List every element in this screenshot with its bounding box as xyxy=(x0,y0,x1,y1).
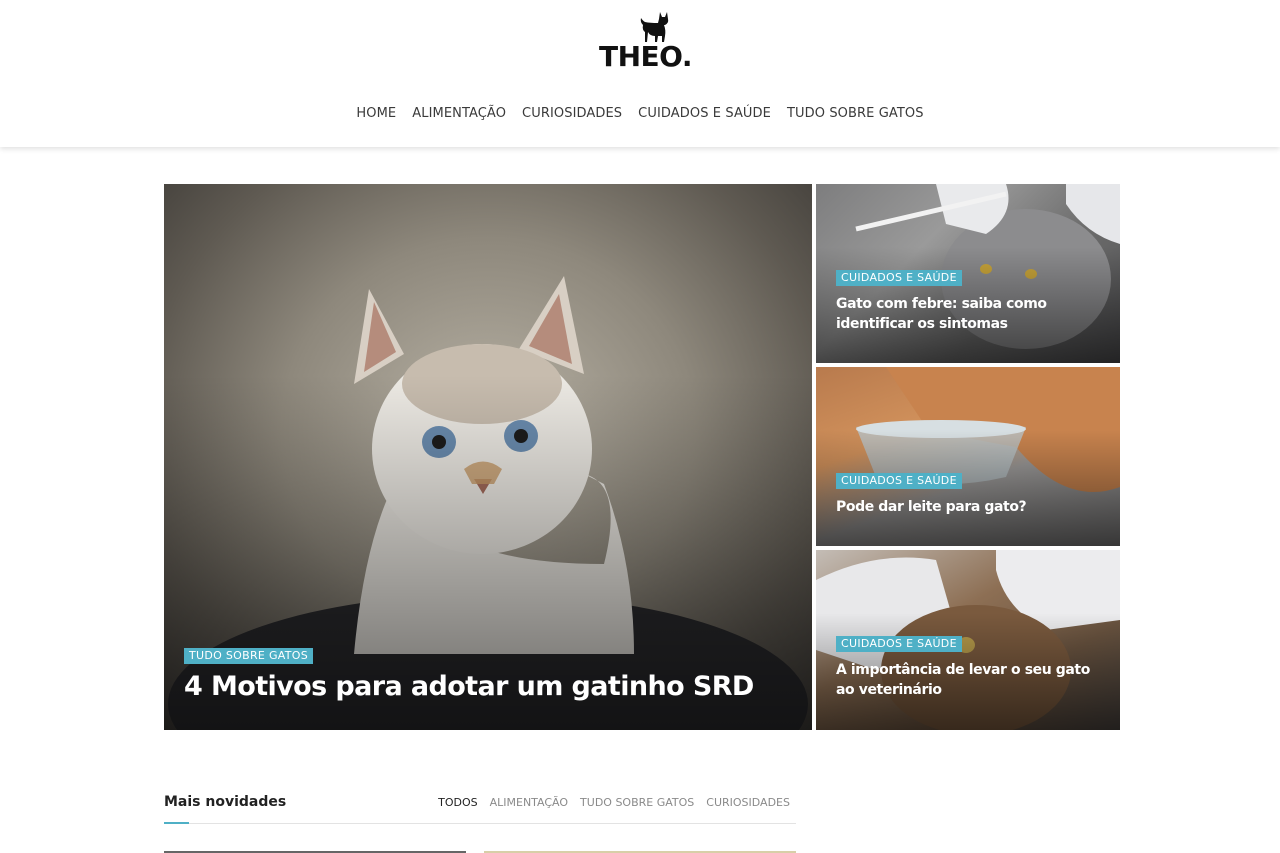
cat-drinking-image xyxy=(856,367,1120,492)
nav-item-cuidados-e-saude[interactable]: CUIDADOS E SAÚDE xyxy=(638,103,771,125)
section-title-underline xyxy=(164,822,189,824)
category-badge[interactable]: CUIDADOS E SAÚDE xyxy=(836,473,962,489)
nav-item-curiosidades[interactable]: CURIOSIDADES xyxy=(522,103,622,125)
main-nav: HOME ALIMENTAÇÃO CURIOSIDADES CUIDADOS E… xyxy=(0,103,1280,125)
featured-side-caption-3: CUIDADOS E SAÚDE A importância de levar … xyxy=(836,634,1102,700)
nav-item-tudo-sobre-gatos[interactable]: TUDO SOBRE GATOS xyxy=(787,103,924,125)
nav-item-alimentacao[interactable]: ALIMENTAÇÃO xyxy=(412,103,506,125)
site-logo[interactable]: THEO. xyxy=(590,10,692,73)
latest-posts-header: Mais novidades TODOS ALIMENTAÇÃO TUDO SO… xyxy=(164,792,796,824)
featured-side-title-2[interactable]: Pode dar leite para gato? xyxy=(836,497,1102,517)
tab-alimentacao[interactable]: ALIMENTAÇÃO xyxy=(490,796,568,809)
featured-grid: TUDO SOBRE GATOS 4 Motivos para adotar u… xyxy=(164,184,1120,730)
featured-main-title[interactable]: 4 Motivos para adotar um gatinho SRD xyxy=(184,670,794,704)
featured-side-caption-2: CUIDADOS E SAÚDE Pode dar leite para gat… xyxy=(836,471,1102,517)
featured-side-caption-1: CUIDADOS E SAÚDE Gato com febre: saiba c… xyxy=(836,268,1102,334)
featured-side-title-3[interactable]: A importância de levar o seu gato ao vet… xyxy=(836,660,1102,700)
featured-side-title-1[interactable]: Gato com febre: saiba como identificar o… xyxy=(836,294,1102,334)
featured-main-caption: TUDO SOBRE GATOS 4 Motivos para adotar u… xyxy=(184,646,794,704)
tab-todos[interactable]: TODOS xyxy=(438,796,478,809)
tab-tudo-sobre-gatos[interactable]: TUDO SOBRE GATOS xyxy=(580,796,694,809)
section-title: Mais novidades xyxy=(164,794,287,810)
featured-side-card-3[interactable]: CUIDADOS E SAÚDE A importância de levar … xyxy=(816,550,1120,730)
cat-silhouette-icon xyxy=(640,12,669,42)
featured-side-card-1[interactable]: CUIDADOS E SAÚDE Gato com febre: saiba c… xyxy=(816,184,1120,363)
featured-side-card-2[interactable]: CUIDADOS E SAÚDE Pode dar leite para gat… xyxy=(816,367,1120,546)
logo-text: THEO. xyxy=(599,40,692,73)
category-badge[interactable]: TUDO SOBRE GATOS xyxy=(184,648,314,664)
category-badge[interactable]: CUIDADOS E SAÚDE xyxy=(836,270,962,286)
nav-item-home[interactable]: HOME xyxy=(356,103,396,125)
filter-tabs: TODOS ALIMENTAÇÃO TUDO SOBRE GATOS CURIO… xyxy=(426,796,790,809)
tab-curiosidades[interactable]: CURIOSIDADES xyxy=(706,796,790,809)
featured-main-card[interactable]: TUDO SOBRE GATOS 4 Motivos para adotar u… xyxy=(164,184,812,730)
site-header: THEO. HOME ALIMENTAÇÃO CURIOSIDADES CUID… xyxy=(0,0,1280,147)
category-badge[interactable]: CUIDADOS E SAÚDE xyxy=(836,636,962,652)
